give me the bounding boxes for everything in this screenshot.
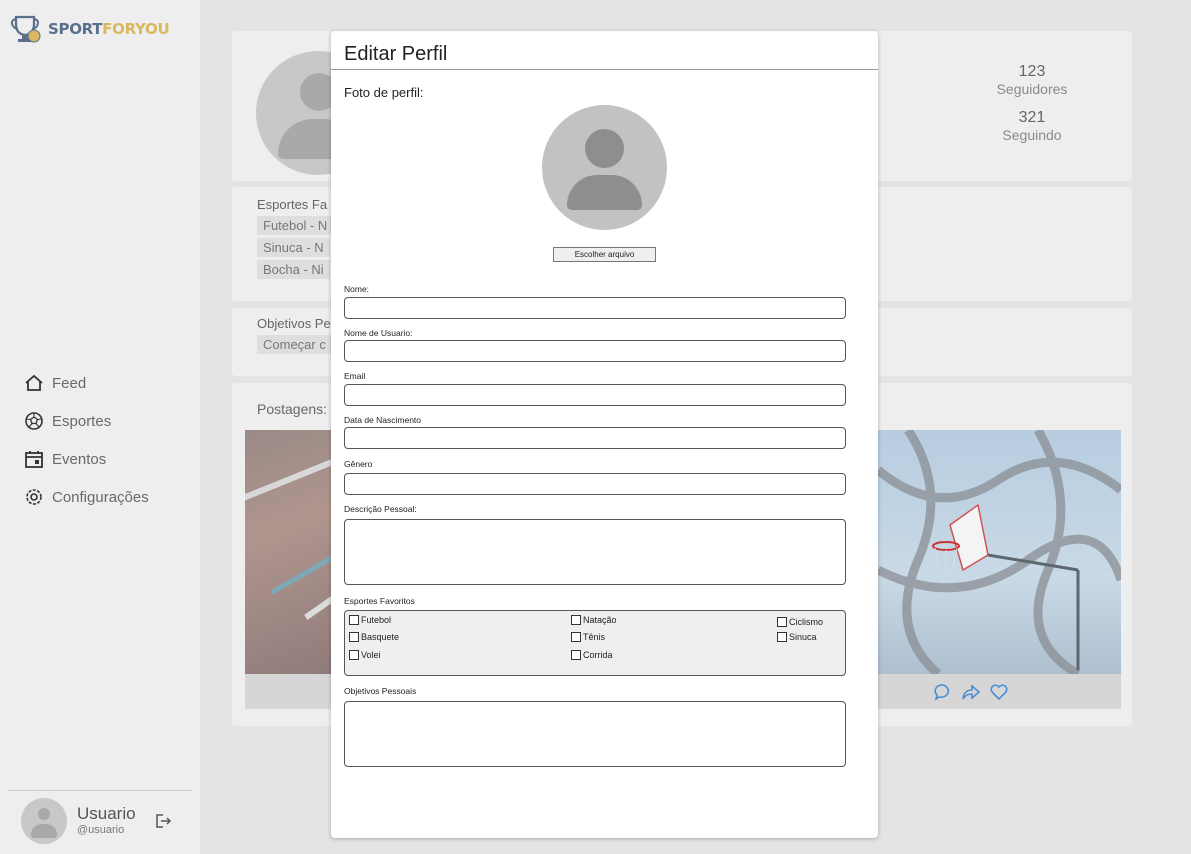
- sport-chip: Bocha - Ni: [257, 260, 330, 279]
- checkbox-label: Tênis: [583, 632, 606, 642]
- checkbox-ciclismo[interactable]: Ciclismo: [777, 617, 823, 627]
- checkbox-futebol[interactable]: Futebol: [349, 615, 391, 625]
- user-name: Usuario: [77, 804, 136, 824]
- birthdate-label: Data de Nascimento: [344, 415, 422, 425]
- modal-title: Editar Perfil: [344, 43, 448, 65]
- profile-stats: 123 Seguidores 321 Seguindo: [962, 63, 1102, 155]
- choose-file-button[interactable]: Escolher arquivo: [553, 247, 656, 262]
- checkbox-tenis[interactable]: Tênis: [571, 632, 605, 642]
- sidebar-item-label: Configurações: [52, 488, 149, 506]
- email-input[interactable]: [344, 384, 846, 406]
- goal-chip: Começar c: [257, 335, 332, 354]
- checkbox-box[interactable]: [777, 617, 787, 627]
- goals-label: Objetivos Pessoais: [344, 686, 417, 696]
- checkbox-sinuca[interactable]: Sinuca: [777, 632, 817, 642]
- checkbox-box[interactable]: [349, 632, 359, 642]
- gender-label: Gênero: [344, 459, 373, 469]
- sidebar-item-label: Eventos: [52, 450, 107, 468]
- checkbox-label: Corrida: [583, 650, 613, 660]
- checkbox-natacao[interactable]: Natação: [571, 615, 617, 625]
- name-input[interactable]: [344, 297, 846, 319]
- checkbox-box[interactable]: [349, 650, 359, 660]
- modal-divider: [331, 69, 878, 70]
- gender-input[interactable]: [344, 473, 846, 495]
- calendar-icon: [25, 451, 43, 468]
- gear-icon: [26, 489, 42, 505]
- followers-count[interactable]: 123: [962, 63, 1102, 81]
- home-icon: [25, 374, 43, 391]
- checkbox-box[interactable]: [571, 650, 581, 660]
- logo[interactable]: SPORTFORYOU: [10, 14, 170, 44]
- checkbox-volei[interactable]: Volei: [349, 650, 381, 660]
- checkbox-box[interactable]: [777, 632, 787, 642]
- heart-icon[interactable]: [989, 682, 1009, 702]
- user-handle: @usuario: [77, 823, 125, 836]
- checkbox-box[interactable]: [571, 615, 581, 625]
- profile-photo-preview: [542, 105, 667, 230]
- ball-icon: [25, 412, 43, 430]
- checkbox-label: Futebol: [361, 615, 392, 625]
- user-panel: Usuario @usuario: [7, 790, 192, 850]
- post-actions-bar: [878, 674, 1121, 709]
- username-input[interactable]: [344, 340, 846, 362]
- name-label: Nome:: [344, 284, 370, 294]
- following-label: Seguindo: [1002, 127, 1062, 143]
- edit-profile-modal: Editar Perfil Foto de perfil: Escolher a…: [331, 31, 878, 838]
- favorite-sports-label: Esportes Favoritos: [344, 596, 415, 606]
- sidebar-item-esportes[interactable]: Esportes: [24, 402, 149, 440]
- goals-textarea[interactable]: [344, 701, 846, 767]
- profile-photo-label: Foto de perfil:: [344, 85, 424, 100]
- sidebar-item-label: Feed: [52, 374, 87, 392]
- share-icon[interactable]: [961, 682, 981, 702]
- sidebar: SPORTFORYOU Feed Esportes Eventos Config…: [0, 0, 200, 854]
- description-label: Descrição Pessoal:: [344, 504, 417, 514]
- checkbox-label: Basquete: [361, 632, 400, 642]
- sidebar-item-configuracoes[interactable]: Configurações: [24, 478, 149, 516]
- checkbox-label: Natação: [583, 615, 617, 625]
- sidebar-item-feed[interactable]: Feed: [24, 364, 149, 402]
- sport-chip: Futebol - N: [257, 216, 334, 235]
- sidebar-nav: Feed Esportes Eventos Configurações: [24, 364, 149, 516]
- followers-label: Seguidores: [996, 81, 1068, 97]
- sport-chip: Sinuca - N: [257, 238, 330, 257]
- description-textarea[interactable]: [344, 519, 846, 585]
- avatar[interactable]: [21, 797, 67, 844]
- birthdate-input[interactable]: [344, 427, 846, 449]
- post-image[interactable]: [245, 430, 340, 674]
- email-label: Email: [344, 371, 366, 381]
- checkbox-label: Sinuca: [789, 632, 817, 642]
- brand-part-1: SPORT: [48, 20, 103, 38]
- sidebar-item-label: Esportes: [52, 412, 112, 430]
- checkbox-box[interactable]: [349, 615, 359, 625]
- comment-icon[interactable]: [933, 682, 953, 702]
- checkbox-basquete[interactable]: Basquete: [349, 632, 399, 642]
- following-count[interactable]: 321: [962, 109, 1102, 127]
- brand-part-2: FORYOU: [102, 20, 170, 38]
- post-image[interactable]: [878, 430, 1121, 674]
- post-actions-bar: [245, 674, 340, 709]
- trophy-icon: [11, 15, 41, 43]
- favorite-sports-checkboxes: Futebol Natação Ciclismo Basquete Tênis …: [344, 610, 846, 676]
- username-label: Nome de Usuario:: [344, 328, 413, 338]
- checkbox-corrida[interactable]: Corrida: [571, 650, 613, 660]
- checkbox-label: Ciclismo: [789, 617, 824, 627]
- checkbox-label: Volei: [361, 650, 381, 660]
- basketball-hoop-image: [878, 430, 1121, 674]
- sidebar-item-eventos[interactable]: Eventos: [24, 440, 149, 478]
- checkbox-box[interactable]: [571, 632, 581, 642]
- logout-icon[interactable]: [154, 812, 172, 830]
